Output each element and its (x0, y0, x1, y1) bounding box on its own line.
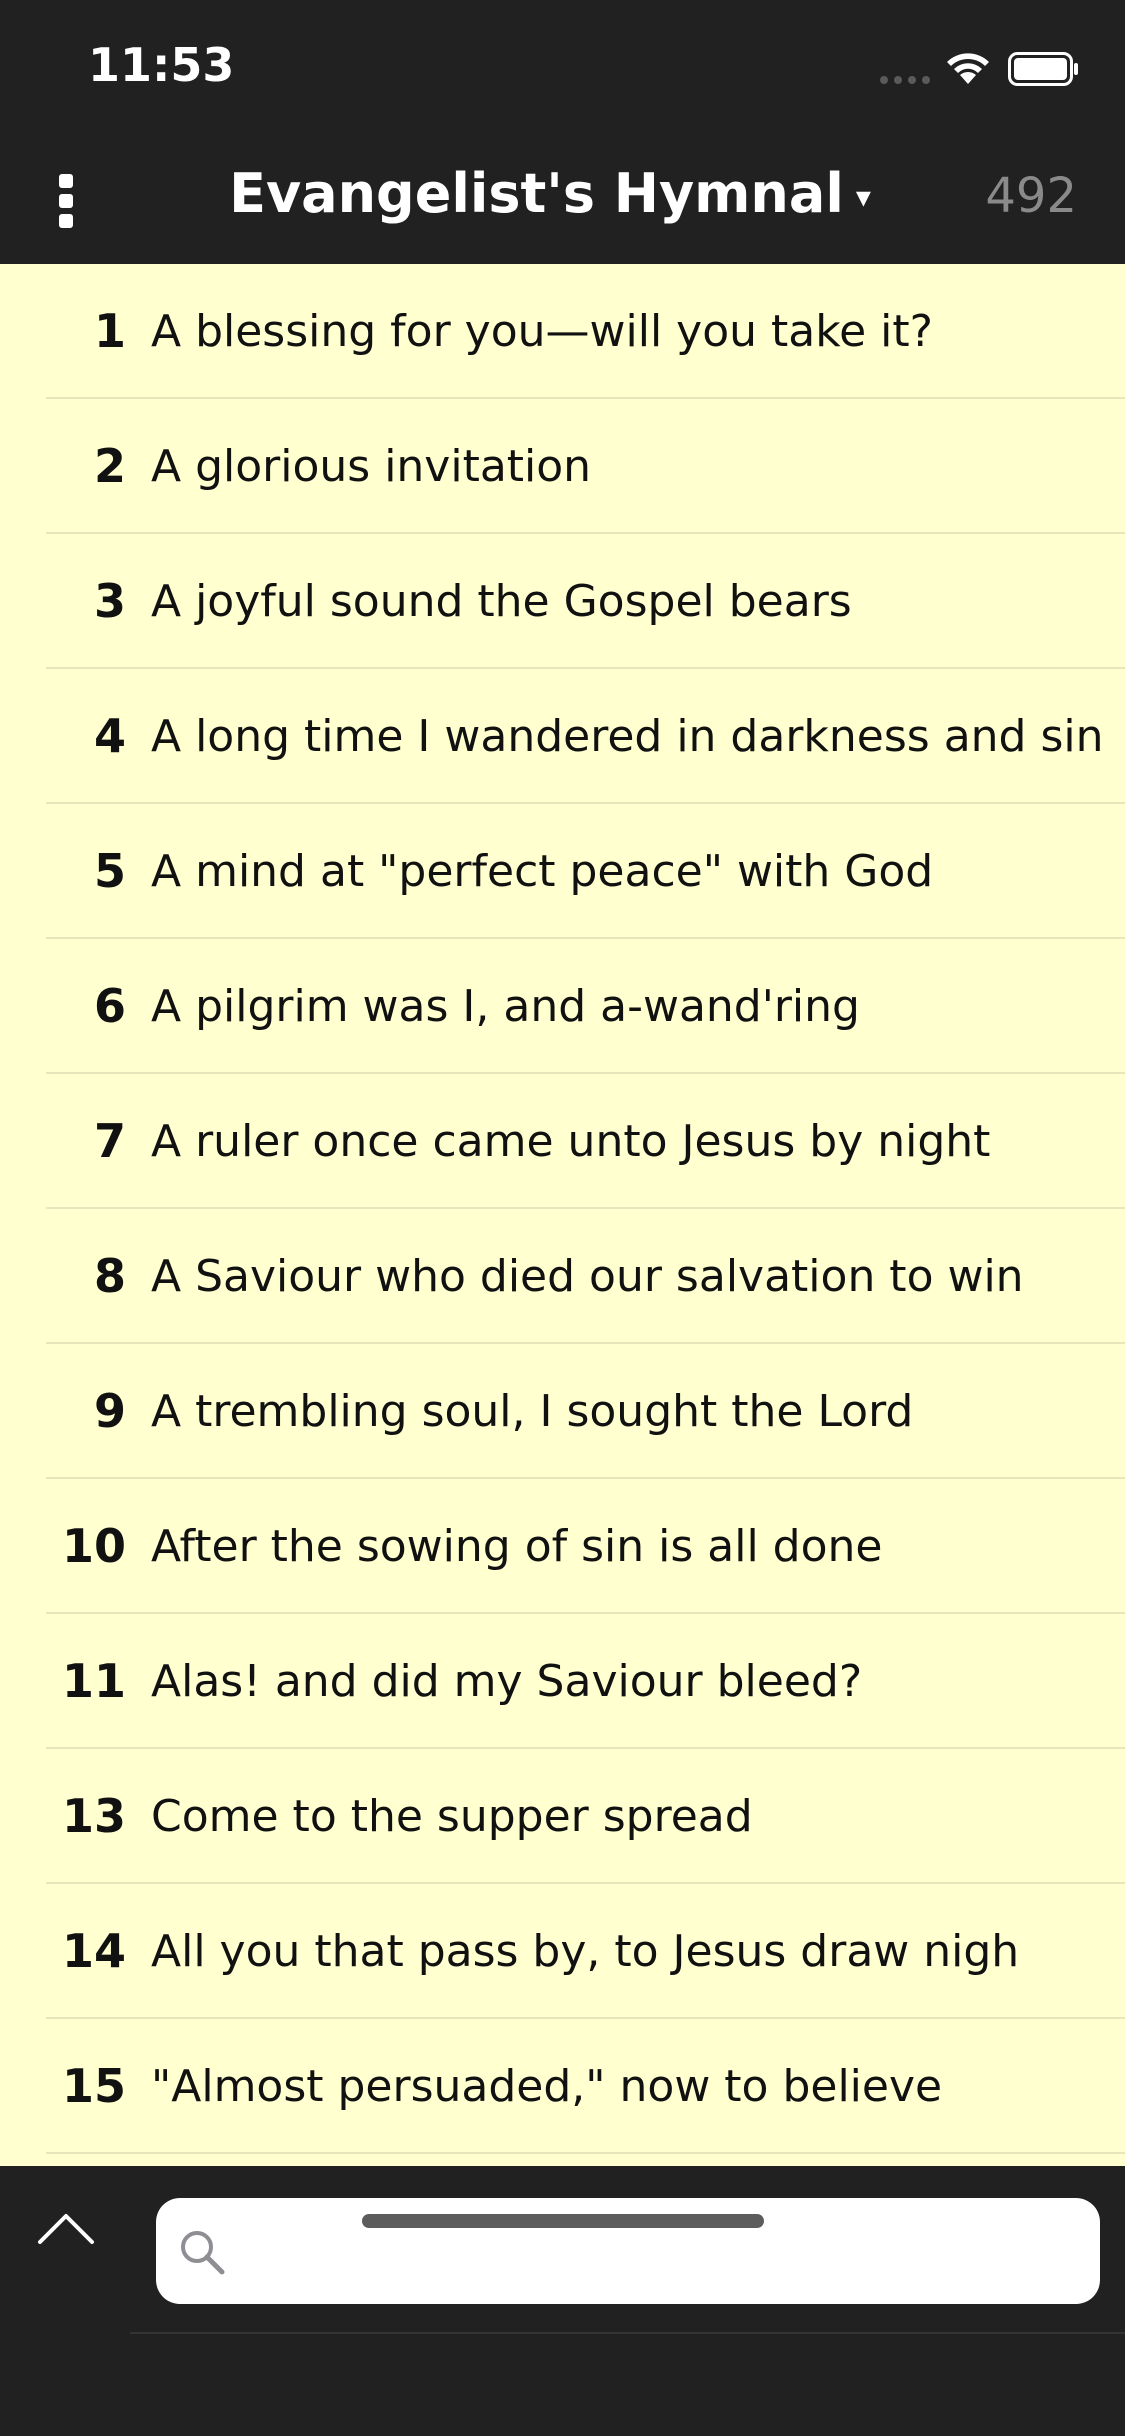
wifi-icon (947, 53, 989, 84)
list-item[interactable]: 5 A mind at "perfect peace" with God (0, 804, 1125, 939)
hymn-number: 15 (61, 2059, 126, 2113)
hymn-number: 7 (93, 1114, 126, 1168)
hymn-number: 4 (93, 709, 126, 763)
hymn-title: "Almost persuaded," now to believe (151, 2061, 943, 2112)
hymnal-title: Evangelist's Hymnal (229, 162, 844, 225)
status-bar: 11:53 (0, 0, 1125, 132)
hymn-title: A blessing for you—will you take it? (151, 306, 934, 357)
bottom-bar (0, 2166, 1125, 2436)
hymn-number: 13 (61, 1789, 126, 1843)
list-item[interactable]: 1 A blessing for you—will you take it? (0, 264, 1125, 399)
list-item[interactable]: 2 A glorious invitation (0, 399, 1125, 534)
hymn-title: A Saviour who died our salvation to win (151, 1251, 1024, 1302)
hymn-number: 9 (93, 1384, 126, 1438)
hymn-list: 1 A blessing for you—will you take it? 2… (0, 264, 1125, 2166)
hymn-title: A glorious invitation (151, 441, 592, 492)
signal-icon (880, 76, 932, 84)
battery-icon (1008, 52, 1078, 86)
hymn-title: Come to the supper spread (151, 1791, 753, 1842)
list-item[interactable]: 7 A ruler once came unto Jesus by night (0, 1074, 1125, 1209)
list-item[interactable]: 9 A trembling soul, I sought the Lord (0, 1344, 1125, 1479)
hymn-number: 11 (61, 1654, 126, 1708)
hymn-title: A trembling soul, I sought the Lord (151, 1386, 914, 1437)
list-item[interactable]: 13 Come to the supper spread (0, 1749, 1125, 1884)
hymn-title: A pilgrim was I, and a-wand'ring (151, 981, 860, 1032)
more-vertical-icon[interactable] (52, 174, 80, 228)
hymn-title: All you that pass by, to Jesus draw nigh (151, 1926, 1020, 1977)
list-item[interactable]: 15 "Almost persuaded," now to believe (0, 2019, 1125, 2154)
nav-bar: Evangelist's Hymnal ▾ 492 (0, 132, 1125, 264)
list-item[interactable]: 6 A pilgrim was I, and a-wand'ring (0, 939, 1125, 1074)
list-item[interactable]: 3 A joyful sound the Gospel bears (0, 534, 1125, 669)
dropdown-caret-icon: ▾ (855, 179, 871, 215)
hymn-title: A long time I wandered in darkness and s… (151, 711, 1104, 762)
home-indicator (362, 2214, 764, 2228)
search-icon (181, 2231, 225, 2275)
list-item[interactable]: 4 A long time I wandered in darkness and… (0, 669, 1125, 804)
list-item[interactable]: 10 After the sowing of sin is all done (0, 1479, 1125, 1614)
list-item[interactable]: 8 A Saviour who died our salvation to wi… (0, 1209, 1125, 1344)
hymn-title: A joyful sound the Gospel bears (151, 576, 852, 627)
hymn-count: 492 (985, 168, 1077, 224)
hymn-number: 6 (93, 979, 126, 1033)
list-item[interactable]: 11 Alas! and did my Saviour bleed? (0, 1614, 1125, 1749)
hymn-number: 2 (93, 439, 126, 493)
hymn-number: 8 (93, 1249, 126, 1303)
hymn-number: 5 (93, 844, 126, 898)
hymnal-selector[interactable]: Evangelist's Hymnal ▾ (180, 162, 920, 225)
divider (130, 2332, 1125, 2334)
hymn-number: 1 (93, 304, 126, 358)
hymn-title: A ruler once came unto Jesus by night (151, 1116, 991, 1167)
hymn-title: After the sowing of sin is all done (151, 1521, 883, 1572)
hymn-number: 14 (61, 1924, 126, 1978)
status-time: 11:53 (88, 38, 235, 92)
hymn-title: Alas! and did my Saviour bleed? (151, 1656, 863, 1707)
list-item[interactable]: 14 All you that pass by, to Jesus draw n… (0, 1884, 1125, 2019)
hymn-title: A mind at "perfect peace" with God (151, 846, 934, 897)
chevron-up-icon[interactable] (36, 2208, 96, 2252)
screen: 11:53 Evangelist's Hymnal ▾ 492 1 A bless… (0, 0, 1125, 2436)
hymn-number: 10 (61, 1519, 126, 1573)
hymn-number: 3 (93, 574, 126, 628)
